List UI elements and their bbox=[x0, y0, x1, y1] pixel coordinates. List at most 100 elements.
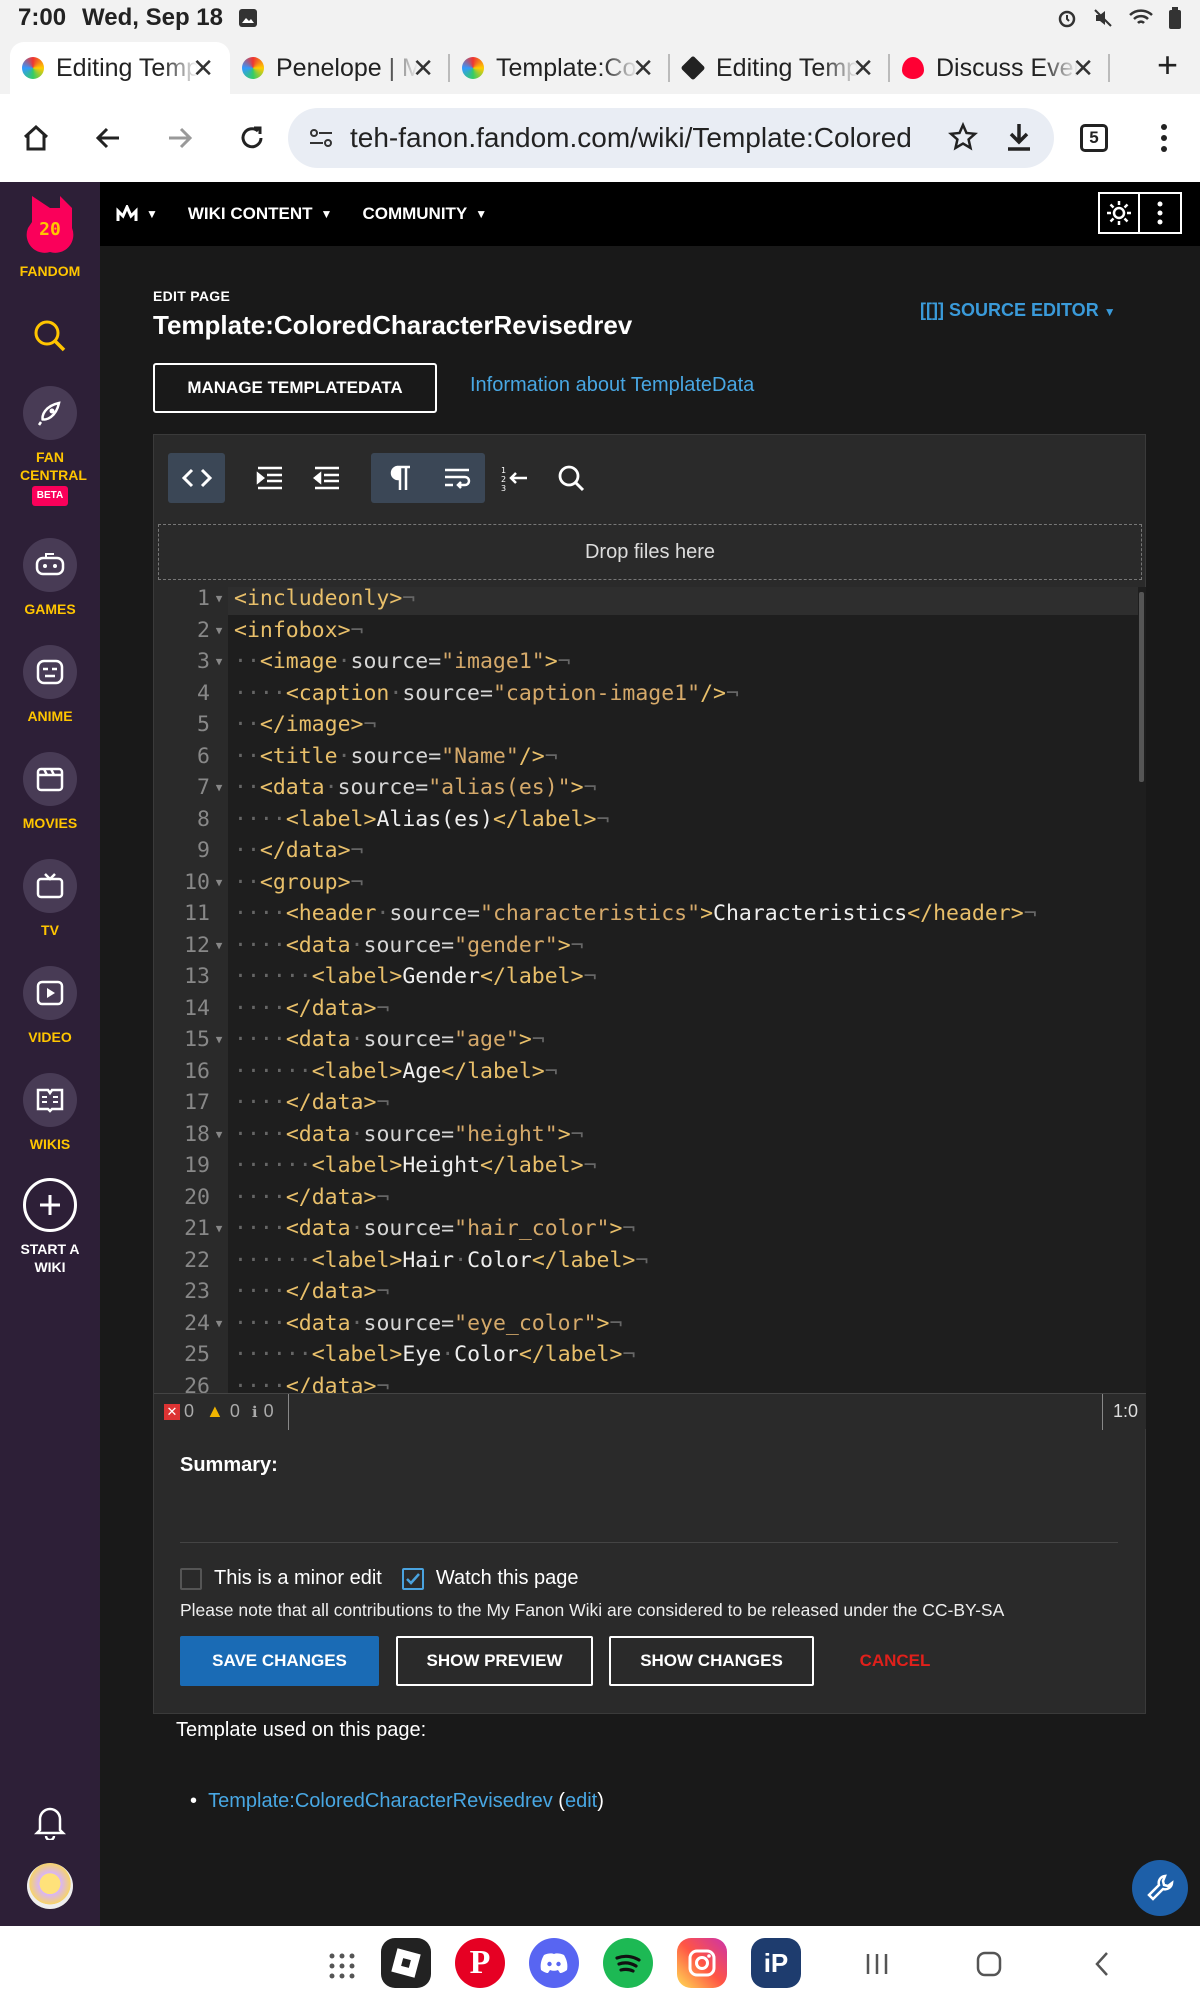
download-icon[interactable] bbox=[1002, 120, 1036, 154]
close-tab-icon[interactable]: ✕ bbox=[412, 53, 434, 84]
save-changes-button[interactable]: SAVE CHANGES bbox=[180, 1636, 379, 1686]
sidebar-item-tv[interactable]: TV bbox=[0, 859, 100, 939]
close-tab-icon[interactable]: ✕ bbox=[192, 53, 214, 84]
sidebar-item-wikis[interactable]: WIKIS bbox=[0, 1073, 100, 1153]
code-line[interactable]: ··<group>¬ bbox=[234, 867, 363, 899]
tab-discuss-everything[interactable]: Discuss Everything ✕ bbox=[890, 42, 1110, 94]
ibispaint-app-icon[interactable]: iP bbox=[751, 1938, 801, 1988]
reload-icon[interactable] bbox=[216, 94, 288, 182]
manage-templatedata-button[interactable]: MANAGE TEMPLATEDATA bbox=[153, 363, 437, 413]
tab-template-colored[interactable]: Template:ColoredCharacter ✕ bbox=[450, 42, 670, 94]
show-invisibles-button[interactable] bbox=[371, 453, 428, 503]
template-edit-link[interactable]: edit bbox=[565, 1790, 597, 1812]
code-line[interactable]: ····</data>¬ bbox=[234, 1276, 389, 1308]
sidebar-item-movies[interactable]: MOVIES bbox=[0, 752, 100, 832]
tab-penelope[interactable]: Penelope | My Fanon Wiki ✕ bbox=[230, 42, 450, 94]
bookmark-star-icon[interactable] bbox=[948, 122, 978, 152]
drop-files-zone[interactable]: Drop files here bbox=[158, 524, 1142, 580]
sidebar-item-start-a-wiki[interactable]: START A WIKI bbox=[0, 1178, 100, 1276]
fandom-logo[interactable]: 20 FANDOM bbox=[0, 192, 100, 280]
outdent-button[interactable] bbox=[298, 453, 355, 503]
cancel-button[interactable]: CANCEL bbox=[830, 1636, 960, 1686]
fold-toggle-icon[interactable]: ▼ bbox=[210, 1308, 228, 1340]
code-line[interactable]: ··<title·source="Name"/>¬ bbox=[234, 741, 558, 773]
fold-toggle-icon[interactable]: ▼ bbox=[210, 867, 228, 899]
home-nav-icon[interactable] bbox=[975, 1950, 1003, 1978]
code-line[interactable]: ····<data·source="eye_color">¬ bbox=[234, 1308, 622, 1340]
page-menu-button[interactable] bbox=[1140, 192, 1182, 234]
fold-toggle-icon[interactable]: ▼ bbox=[210, 587, 228, 615]
code-line[interactable]: ····<data·source="gender">¬ bbox=[234, 930, 584, 962]
back-nav-icon[interactable] bbox=[1092, 1950, 1112, 1978]
code-line[interactable]: ··</image>¬ bbox=[234, 709, 376, 741]
tab-editing-template[interactable]: Editing Template:Colored ✕ bbox=[10, 42, 230, 94]
editor-scrollbar[interactable] bbox=[1139, 592, 1144, 782]
code-line[interactable]: ····</data>¬ bbox=[234, 1182, 389, 1214]
user-avatar[interactable] bbox=[27, 1863, 73, 1909]
code-line[interactable]: ····<data·source="height">¬ bbox=[234, 1119, 584, 1151]
fold-toggle-icon[interactable]: ▼ bbox=[210, 615, 228, 647]
code-line[interactable]: ····<caption·source="caption-image1"/>¬ bbox=[234, 678, 739, 710]
code-line[interactable]: ····<data·source="age">¬ bbox=[234, 1024, 545, 1056]
sidebar-item-video[interactable]: VIDEO bbox=[0, 966, 100, 1046]
wiki-home-menu[interactable]: ▼ bbox=[116, 205, 158, 223]
instagram-app-icon[interactable] bbox=[677, 1938, 727, 1988]
close-tab-icon[interactable]: ✕ bbox=[1072, 53, 1094, 84]
url-bar[interactable]: teh-fanon.fandom.com/wiki/Template:Color… bbox=[288, 108, 1054, 168]
code-line[interactable]: ····<header·source="characteristics">Cha… bbox=[234, 898, 1037, 930]
show-changes-button[interactable]: SHOW CHANGES bbox=[609, 1636, 814, 1686]
code-view-button[interactable] bbox=[168, 453, 225, 503]
code-line[interactable]: ······<label>Height</label>¬ bbox=[234, 1150, 597, 1182]
tab-editing-template-2[interactable]: Editing Template:Colored ✕ bbox=[670, 42, 890, 94]
fold-toggle-icon[interactable]: ▼ bbox=[210, 646, 228, 678]
recent-apps-icon[interactable] bbox=[864, 1950, 890, 1978]
templatedata-info-link[interactable]: Information about TemplateData bbox=[470, 374, 754, 397]
fold-toggle-icon[interactable]: ▼ bbox=[210, 930, 228, 962]
code-line[interactable]: ······<label>Hair·Color</label>¬ bbox=[234, 1245, 648, 1277]
sidebar-item-games[interactable]: GAMES bbox=[0, 538, 100, 618]
fold-toggle-icon[interactable]: ▼ bbox=[210, 1024, 228, 1056]
close-tab-icon[interactable]: ✕ bbox=[632, 53, 654, 84]
app-drawer-icon[interactable] bbox=[328, 1952, 356, 1980]
browser-menu-icon[interactable] bbox=[1158, 122, 1170, 154]
search-button[interactable] bbox=[0, 318, 100, 354]
wiki-content-menu[interactable]: WIKI CONTENT ▼ bbox=[188, 204, 333, 224]
fold-toggle-icon[interactable]: ▼ bbox=[210, 1213, 228, 1245]
new-tab-icon[interactable]: + bbox=[1157, 44, 1178, 86]
summary-input[interactable] bbox=[180, 1490, 1118, 1540]
minor-edit-checkbox[interactable] bbox=[180, 1567, 202, 1590]
template-link[interactable]: Template:ColoredCharacterRevisedrev bbox=[208, 1790, 553, 1812]
code-line[interactable]: ··<image·source="image1">¬ bbox=[234, 646, 571, 678]
tab-switcher-button[interactable]: 5 bbox=[1080, 124, 1108, 152]
fold-toggle-icon[interactable]: ▼ bbox=[210, 772, 228, 804]
line-wrap-button[interactable] bbox=[428, 453, 485, 503]
show-preview-button[interactable]: SHOW PREVIEW bbox=[396, 1636, 593, 1686]
source-editor-menu[interactable]: [[]] SOURCE EDITOR ▼ bbox=[920, 300, 1116, 321]
spotify-app-icon[interactable] bbox=[603, 1938, 653, 1988]
roblox-app-icon[interactable] bbox=[381, 1938, 431, 1988]
code-line[interactable]: ··</data>¬ bbox=[234, 835, 363, 867]
watch-page-checkbox[interactable] bbox=[401, 1567, 424, 1590]
pinterest-app-icon[interactable]: P bbox=[455, 1938, 505, 1988]
code-line[interactable]: ····</data>¬ bbox=[234, 1087, 389, 1119]
site-settings-icon[interactable] bbox=[308, 127, 334, 149]
code-line[interactable]: ····<data·source="hair_color">¬ bbox=[234, 1213, 635, 1245]
code-line[interactable]: ······<label>Gender</label>¬ bbox=[234, 961, 597, 993]
home-icon[interactable] bbox=[0, 94, 72, 182]
code-line[interactable]: ····<label>Alias(es)</label>¬ bbox=[234, 804, 609, 836]
tools-button[interactable] bbox=[1132, 1860, 1188, 1916]
code-line[interactable]: ····</data>¬ bbox=[234, 993, 389, 1025]
community-menu[interactable]: COMMUNITY ▼ bbox=[362, 204, 487, 224]
fold-toggle-icon[interactable]: ▼ bbox=[210, 1119, 228, 1151]
discord-app-icon[interactable] bbox=[529, 1938, 579, 1988]
back-icon[interactable] bbox=[72, 94, 144, 182]
notifications-bell-icon[interactable] bbox=[34, 1804, 66, 1840]
sidebar-item-anime[interactable]: ANIME bbox=[0, 645, 100, 725]
code-editor[interactable]: 1 ▼ 2 ▼ 3 ▼ 4 5 6 7 ▼ 8 9 10 ▼ 11 12 ▼ 13 14 15 ▼ 16 17 18 ▼ 19 20 2… bbox=[154, 587, 1146, 1393]
indent-button[interactable] bbox=[241, 453, 298, 503]
close-tab-icon[interactable]: ✕ bbox=[852, 53, 874, 84]
code-line[interactable]: <infobox>¬ bbox=[234, 615, 363, 647]
code-line[interactable]: ······<label>Age</label>¬ bbox=[234, 1056, 558, 1088]
search-replace-button[interactable] bbox=[542, 453, 599, 503]
code-line[interactable]: ······<label>Eye·Color</label>¬ bbox=[234, 1339, 635, 1371]
